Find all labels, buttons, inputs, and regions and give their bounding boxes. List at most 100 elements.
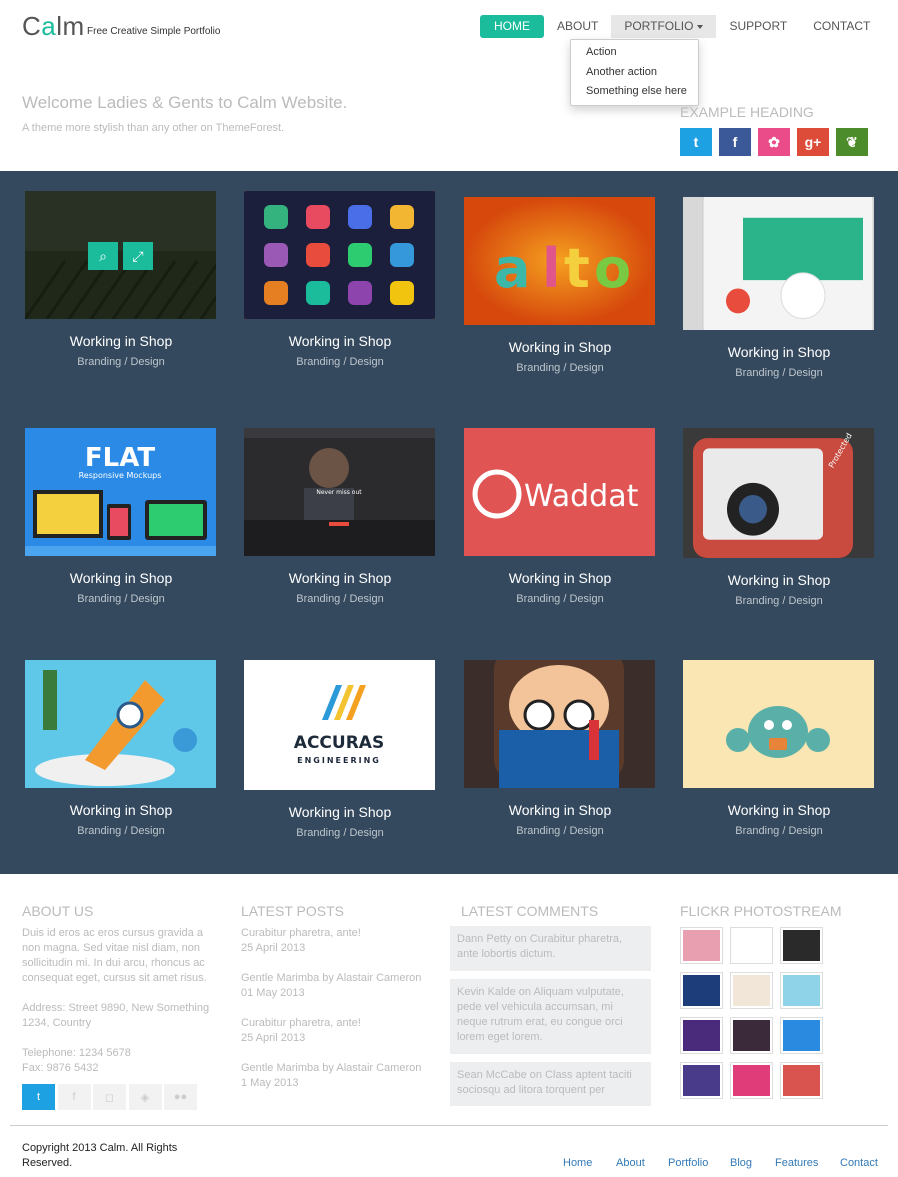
- google-plus-icon[interactable]: g+: [797, 128, 829, 156]
- flickr-photo: [733, 1020, 770, 1051]
- flickr-thumbnail[interactable]: [680, 1062, 723, 1099]
- flickr-thumbnail[interactable]: [780, 927, 823, 964]
- portfolio-thumbnail-vineyard[interactable]: ⌕ ⤢: [25, 191, 216, 319]
- footer-link-home[interactable]: Home: [563, 1157, 592, 1169]
- nav-about[interactable]: ABOUT: [544, 15, 611, 38]
- flickr-thumbnail[interactable]: [730, 927, 773, 964]
- flickr-thumbnail[interactable]: [780, 1017, 823, 1054]
- post-date: 25 April 2013: [241, 1032, 306, 1044]
- dribbble-icon[interactable]: ✿: [758, 128, 790, 156]
- portfolio-card[interactable]: Protected Working in Shop Branding / Desig…: [683, 428, 875, 607]
- portfolio-card[interactable]: ACCURAS ENGINEERING Working in Shop Brandin…: [244, 660, 436, 839]
- portfolio-thumbnail-clay-letters[interactable]: alto: [464, 197, 655, 325]
- comment-item[interactable]: Dann Petty on Curabitur pharetra, ante l…: [450, 926, 651, 971]
- flickr-heading: FLICKR PHOTOSTREAM: [680, 903, 842, 919]
- facebook-icon[interactable]: f: [57, 1084, 91, 1110]
- portfolio-card[interactable]: Working in Shop Branding / Design: [683, 660, 875, 837]
- svg-text:FLAT: FLAT: [85, 443, 155, 473]
- portfolio-card[interactable]: Working in Shop Branding / Design: [244, 191, 436, 368]
- post-link[interactable]: Gentle Marimba by Alastair Cameron: [241, 971, 431, 986]
- logo-text-start: C: [22, 11, 42, 41]
- flickr-thumbnail[interactable]: [730, 1017, 773, 1054]
- card-title[interactable]: Working in Shop: [464, 339, 656, 355]
- leaf-icon[interactable]: ❦: [836, 128, 868, 156]
- card-title[interactable]: Working in Shop: [464, 802, 656, 818]
- hero-social-links: t f ✿ g+ ❦: [680, 128, 868, 156]
- flickr-photo: [783, 1020, 820, 1051]
- flickr-thumbnail[interactable]: [680, 972, 723, 1009]
- comment-item[interactable]: Kevin Kalde on Aliquam vulputate, pede v…: [450, 979, 651, 1054]
- dropdown-item-another-action[interactable]: Another action: [571, 63, 698, 83]
- portfolio-card[interactable]: ⌕ ⤢ Working in Shop Branding / Design: [25, 191, 217, 368]
- zoom-search-icon[interactable]: ⌕: [88, 242, 118, 270]
- card-title[interactable]: Working in Shop: [683, 802, 875, 818]
- portfolio-thumbnail-flat-mockups[interactable]: FLAT Responsive Mockups: [25, 428, 216, 556]
- site-tagline: Free Creative Simple Portfolio: [87, 26, 221, 37]
- card-category: Branding / Design: [77, 825, 165, 837]
- portfolio-card[interactable]: FLAT Responsive Mockups Working in Shop Bra…: [25, 428, 217, 605]
- dropdown-item-action[interactable]: Action: [571, 43, 698, 63]
- card-title[interactable]: Working in Shop: [25, 333, 217, 349]
- example-heading: EXAMPLE HEADING: [680, 104, 814, 120]
- nav-support[interactable]: SUPPORT: [716, 15, 800, 38]
- flickr-thumbnail[interactable]: [780, 1062, 823, 1099]
- flickr-icon[interactable]: ●●: [164, 1084, 197, 1110]
- portfolio-dropdown-menu: Action Another action Something else her…: [570, 39, 699, 106]
- footer-link-features[interactable]: Features: [775, 1157, 818, 1169]
- footer-link-contact[interactable]: Contact: [840, 1157, 878, 1169]
- nav-home[interactable]: HOME: [480, 15, 544, 38]
- svg-text:l: l: [542, 237, 561, 300]
- nav-portfolio[interactable]: PORTFOLIO: [611, 15, 717, 38]
- portfolio-card[interactable]: Never miss out Working in Shop Branding / …: [244, 428, 436, 605]
- portfolio-thumbnail-camera-app[interactable]: Protected: [683, 428, 874, 558]
- post-link[interactable]: Curabitur pharetra, ante!: [241, 1016, 431, 1031]
- portfolio-card[interactable]: Working in Shop Branding / Design: [464, 660, 656, 837]
- portfolio-thumbnail-website-slider[interactable]: Never miss out: [244, 428, 435, 556]
- footer-link-blog[interactable]: Blog: [730, 1157, 752, 1169]
- portfolio-card[interactable]: a l t o Working in Shop Branding / Design: [464, 197, 656, 374]
- flickr-photo: [733, 975, 770, 1006]
- portfolio-card[interactable]: Working in Shop Branding / Design: [683, 197, 875, 379]
- post-link[interactable]: Gentle Marimba by Alastair Cameron: [241, 1061, 431, 1076]
- comment-item[interactable]: Sean McCabe on Class aptent taciti socio…: [450, 1062, 651, 1106]
- twitter-icon[interactable]: t: [22, 1084, 55, 1110]
- card-title[interactable]: Working in Shop: [25, 802, 217, 818]
- card-title[interactable]: Working in Shop: [244, 570, 436, 586]
- delicious-icon[interactable]: ◈: [128, 1084, 162, 1110]
- flickr-thumbnail[interactable]: [780, 972, 823, 1009]
- site-logo[interactable]: Calm: [22, 11, 85, 42]
- card-title[interactable]: Working in Shop: [25, 570, 217, 586]
- portfolio-thumbnail-waddat[interactable]: Waddat: [464, 428, 655, 556]
- card-title[interactable]: Working in Shop: [683, 572, 875, 588]
- facebook-icon[interactable]: f: [719, 128, 751, 156]
- portfolio-card[interactable]: Working in Shop Branding / Design: [25, 660, 217, 837]
- flickr-thumbnail[interactable]: [730, 972, 773, 1009]
- portfolio-thumbnail-accuras[interactable]: ACCURAS ENGINEERING: [244, 660, 435, 790]
- post-link[interactable]: Curabitur pharetra, ante!: [241, 926, 431, 941]
- portfolio-thumbnail-reader[interactable]: [464, 660, 655, 788]
- portfolio-thumbnail-phone-apps[interactable]: [244, 191, 435, 319]
- post-date: 25 April 2013: [241, 942, 306, 954]
- flickr-thumbnail[interactable]: [730, 1062, 773, 1099]
- twitter-icon[interactable]: t: [680, 128, 712, 156]
- dropdown-item-something-else[interactable]: Something else here: [571, 82, 698, 102]
- card-title[interactable]: Working in Shop: [683, 344, 875, 360]
- svg-text:a: a: [494, 237, 530, 300]
- portfolio-thumbnail-phone-ui[interactable]: [683, 197, 874, 330]
- portfolio-section: ⌕ ⤢ Working in Shop Branding / Design Workin…: [0, 171, 898, 874]
- footer-link-about[interactable]: About: [616, 1157, 645, 1169]
- hero-subtitle: A theme more stylish than any other on T…: [22, 122, 285, 134]
- instagram-icon[interactable]: ◻: [93, 1084, 126, 1110]
- expand-icon[interactable]: ⤢: [123, 242, 153, 270]
- footer-link-portfolio[interactable]: Portfolio: [668, 1157, 708, 1169]
- card-title[interactable]: Working in Shop: [244, 804, 436, 820]
- portfolio-thumbnail-rocket[interactable]: [25, 660, 216, 788]
- flickr-thumbnail[interactable]: [680, 1017, 723, 1054]
- portfolio-card[interactable]: Waddat Working in Shop Branding / Design: [464, 428, 656, 605]
- card-title[interactable]: Working in Shop: [464, 570, 656, 586]
- nav-contact[interactable]: CONTACT: [800, 15, 883, 38]
- card-title[interactable]: Working in Shop: [244, 333, 436, 349]
- card-category: Branding / Design: [296, 356, 384, 368]
- flickr-thumbnail[interactable]: [680, 927, 723, 964]
- portfolio-thumbnail-crab[interactable]: [683, 660, 874, 788]
